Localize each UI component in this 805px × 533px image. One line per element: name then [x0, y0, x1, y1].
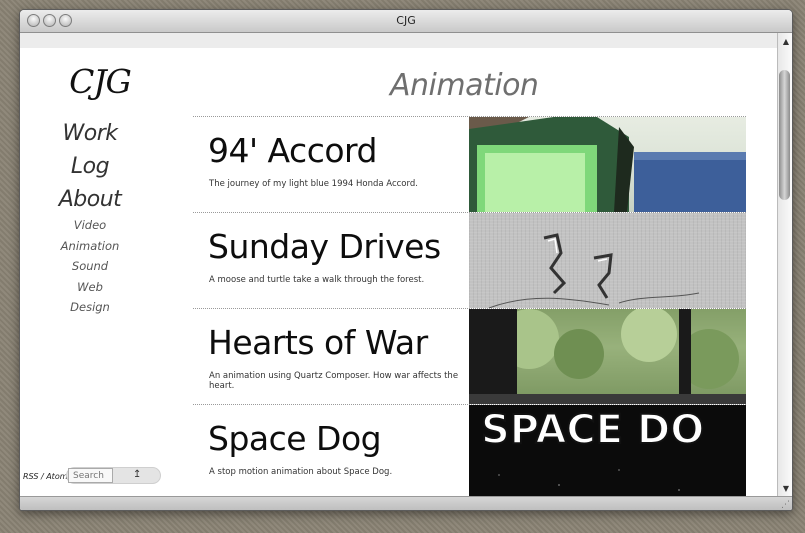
subnav-item-animation[interactable]: Animation: [40, 236, 140, 257]
project-row-sunday-drives[interactable]: Sunday Drives A moose and turtle take a …: [193, 212, 746, 308]
space-dog-thumbnail-art: SPACE DO: [480, 406, 705, 491]
project-description: The journey of my light blue 1994 Honda …: [209, 179, 418, 189]
rss-atom-link[interactable]: RSS / Atom: [23, 472, 68, 481]
resize-grip-icon[interactable]: ⋰: [781, 500, 790, 510]
subnav-item-design[interactable]: Design: [40, 297, 140, 318]
project-title[interactable]: Sunday Drives: [208, 227, 441, 266]
project-row-space-dog[interactable]: Space Dog A stop motion animation about …: [193, 404, 746, 500]
project-row-hearts-of-war[interactable]: Hearts of War An animation using Quartz …: [193, 308, 746, 404]
project-thumbnail-sunday-drives[interactable]: [469, 213, 746, 308]
project-list: 94' Accord The journey of my light blue …: [193, 116, 746, 500]
sunday-drives-thumbnail-art: [488, 233, 700, 308]
browser-window: CJG CJG Work Log About Video Animation S…: [19, 9, 793, 511]
project-description: A moose and turtle take a walk through t…: [209, 275, 425, 285]
search-input[interactable]: [68, 468, 113, 483]
search-submit-button[interactable]: ↥: [133, 469, 141, 480]
project-thumbnail-accord[interactable]: [469, 117, 746, 212]
scroll-down-arrow-icon[interactable]: ▼: [783, 484, 789, 493]
hearts-of-war-thumbnail-art: [469, 309, 746, 404]
project-row-accord[interactable]: 94' Accord The journey of my light blue …: [193, 116, 746, 212]
status-bar: ⋰: [20, 496, 792, 510]
scrollbar-thumb[interactable]: [779, 70, 790, 200]
site-logo[interactable]: CJG: [50, 62, 150, 101]
project-thumbnail-space-dog[interactable]: SPACE DO: [469, 405, 746, 500]
scroll-up-arrow-icon[interactable]: ▲: [783, 37, 789, 46]
vertical-scrollbar[interactable]: [777, 33, 792, 496]
sub-nav: Video Animation Sound Web Design: [40, 215, 140, 318]
nav-item-work[interactable]: Work: [40, 117, 140, 150]
main-nav: Work Log About: [40, 117, 140, 216]
project-description: An animation using Quartz Composer. How …: [209, 371, 459, 391]
space-dog-thumb-lettering: SPACE DO: [481, 407, 704, 453]
project-thumbnail-hearts-of-war[interactable]: [469, 309, 746, 404]
window-title: CJG: [396, 14, 416, 27]
subnav-item-sound[interactable]: Sound: [40, 256, 140, 277]
subnav-item-web[interactable]: Web: [40, 277, 140, 298]
accord-thumbnail-art: [469, 117, 746, 212]
search-box: ↥: [66, 467, 161, 484]
section-title: Animation: [390, 68, 539, 103]
project-title[interactable]: Space Dog: [208, 419, 382, 458]
project-description: A stop motion animation about Space Dog.: [209, 467, 393, 477]
nav-item-log[interactable]: Log: [40, 150, 140, 183]
subnav-item-video[interactable]: Video: [40, 215, 140, 236]
title-bar[interactable]: CJG: [20, 10, 792, 33]
project-title[interactable]: Hearts of War: [208, 323, 428, 362]
nav-item-about[interactable]: About: [40, 183, 140, 216]
toolbar-strip: [20, 33, 792, 48]
project-title[interactable]: 94' Accord: [208, 131, 377, 170]
